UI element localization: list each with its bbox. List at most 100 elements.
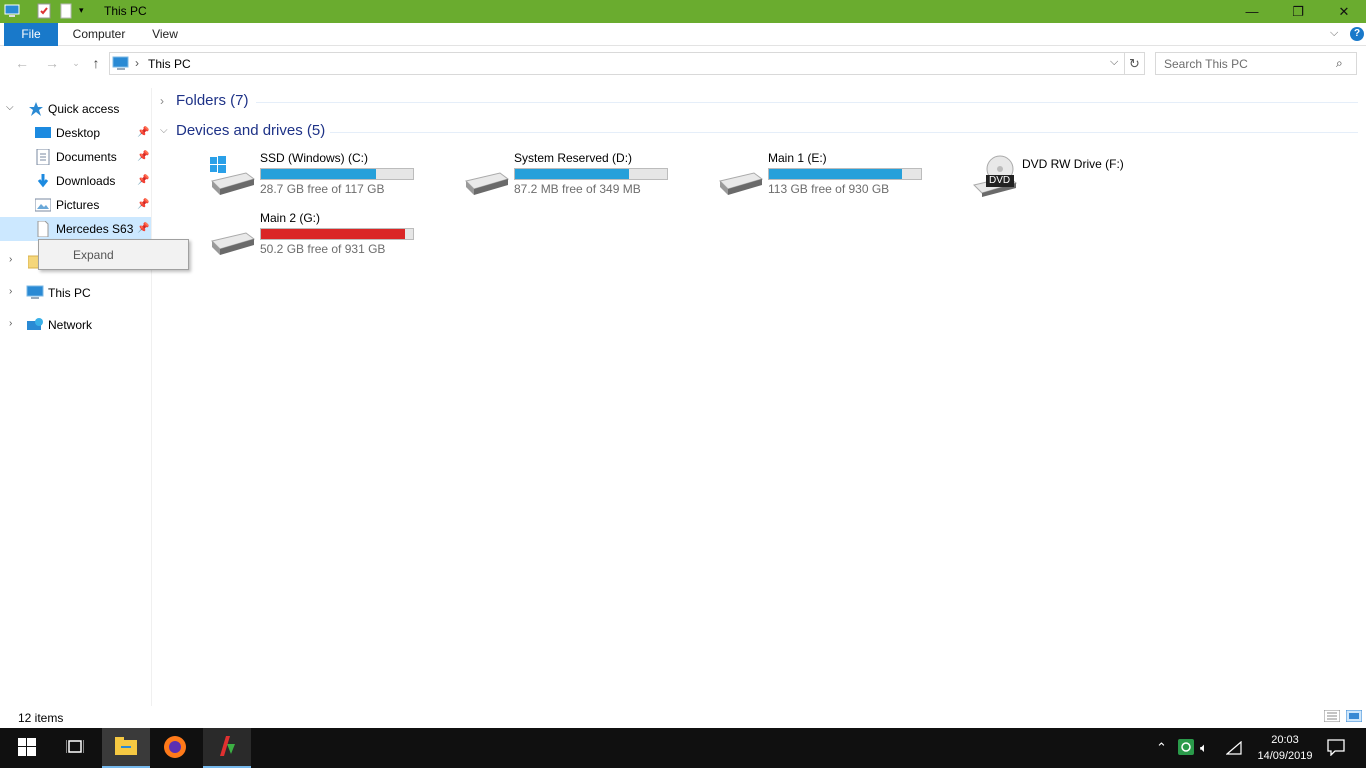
ribbon-tabs: File Computer View ⌵ ? <box>0 23 1366 46</box>
show-hidden-icons-icon[interactable]: ⌃ <box>1156 740 1167 756</box>
sidebar-item-desktop[interactable]: Desktop 📌 <box>0 121 151 145</box>
wifi-icon[interactable] <box>1225 740 1242 758</box>
drive-c[interactable]: SSD (Windows) (C:) 28.7 GB free of 117 G… <box>210 151 450 207</box>
sidebar-item-network[interactable]: › Network <box>0 313 151 337</box>
divider <box>256 102 1358 103</box>
details-view-icon[interactable] <box>1323 709 1341 725</box>
divider <box>330 132 1358 133</box>
back-icon[interactable]: ← <box>14 55 30 71</box>
recent-locations-icon[interactable]: ⌄ <box>68 55 84 71</box>
breadcrumb[interactable]: This PC <box>148 57 191 71</box>
nav-quick-access[interactable]: ⌵ Quick access <box>0 97 151 121</box>
minimize-button[interactable]: — <box>1229 0 1275 23</box>
sidebar-item-documents[interactable]: Documents 📌 <box>0 145 151 169</box>
windows-logo-icon <box>18 737 36 759</box>
pin-icon[interactable]: 📌 <box>137 151 149 162</box>
group-title: Devices and drives (5) <box>176 122 326 139</box>
group-title: Folders (7) <box>176 92 249 109</box>
nav-label: This PC <box>48 286 91 300</box>
forward-icon[interactable]: → <box>44 55 60 71</box>
action-center-icon[interactable] <box>1327 738 1345 759</box>
this-pc-icon <box>112 56 130 75</box>
nav-label: Desktop <box>56 126 101 140</box>
tray-app-icon[interactable] <box>1178 739 1194 758</box>
drive-name: DVD RW Drive (F:) <box>1022 157 1124 171</box>
drive-name: Main 1 (E:) <box>768 151 827 165</box>
pin-icon[interactable]: 📌 <box>137 175 149 186</box>
documents-icon <box>35 148 51 166</box>
pin-icon[interactable]: 📌 <box>137 223 149 234</box>
expand-ribbon-icon[interactable]: ⌵ <box>1330 27 1338 40</box>
sidebar-item-pictures[interactable]: Pictures 📌 <box>0 193 151 217</box>
clock-time: 20:03 <box>1271 734 1299 746</box>
pin-icon[interactable]: 📌 <box>137 127 149 138</box>
this-pc-icon[interactable] <box>4 3 20 22</box>
restore-button[interactable]: ❐ <box>1275 0 1321 23</box>
network-icon <box>26 317 43 333</box>
collapse-chevron-icon[interactable]: ⌵ <box>160 125 168 136</box>
drive-e[interactable]: Main 1 (E:) 113 GB free of 930 GB <box>718 151 958 207</box>
group-header-devices[interactable]: ⌵ Devices and drives (5) <box>160 122 1360 142</box>
taskbar-app[interactable] <box>203 728 251 768</box>
drive-usage-bar <box>768 168 922 180</box>
taskbar-firefox[interactable] <box>151 728 199 768</box>
tab-computer[interactable]: Computer <box>66 23 132 46</box>
volume-icon[interactable]: 🔈︎ <box>1200 740 1208 756</box>
refresh-button[interactable]: ↻ <box>1125 52 1145 75</box>
hard-drive-icon <box>210 215 258 255</box>
menu-item-expand[interactable]: Expand <box>73 248 114 262</box>
drive-free-space: 87.2 MB free of 349 MB <box>514 182 641 196</box>
collapse-chevron-icon[interactable]: ⌵ <box>6 102 14 113</box>
item-count: 12 items <box>18 711 64 725</box>
close-button[interactable]: ✕ <box>1321 0 1366 23</box>
nav-label: Pictures <box>56 198 100 212</box>
hard-drive-icon <box>464 155 512 195</box>
nav-label: Network <box>48 318 93 332</box>
pin-icon[interactable]: 📌 <box>137 199 149 210</box>
drive-free-space: 50.2 GB free of 931 GB <box>260 242 386 256</box>
tab-file[interactable]: File <box>4 23 58 46</box>
group-header-folders[interactable]: › Folders (7) <box>160 92 1360 112</box>
properties-icon[interactable] <box>36 3 52 22</box>
expand-chevron-icon[interactable]: › <box>160 94 164 108</box>
tab-view[interactable]: View <box>145 23 185 46</box>
drive-usage-bar <box>260 168 414 180</box>
breadcrumb-separator[interactable]: › <box>135 56 139 70</box>
status-bar: 12 items <box>0 706 1366 728</box>
drive-f-dvd[interactable]: DVD DVD RW Drive (F:) <box>972 151 1212 207</box>
customize-toolbar-icon[interactable]: ▾ <box>79 5 84 16</box>
task-view-icon <box>65 739 85 758</box>
drive-d[interactable]: System Reserved (D:) 87.2 MB free of 349… <box>464 151 704 207</box>
help-icon[interactable]: ? <box>1350 27 1364 41</box>
firefox-icon <box>163 735 187 762</box>
pictures-icon <box>34 197 52 213</box>
search-icon[interactable]: ⌕ <box>1336 56 1343 71</box>
up-icon[interactable]: ↑ <box>88 55 104 71</box>
expand-chevron-icon[interactable]: › <box>9 318 12 329</box>
address-dropdown-icon[interactable]: ⌵ <box>1110 56 1118 69</box>
drive-free-space: 113 GB free of 930 GB <box>768 182 890 196</box>
start-button[interactable] <box>3 728 51 768</box>
star-icon <box>28 101 44 117</box>
address-bar[interactable]: › This PC ⌵ <box>109 52 1125 75</box>
drive-g[interactable]: Main 2 (G:) 50.2 GB free of 931 GB <box>210 211 450 267</box>
sidebar-item-this-pc[interactable]: › This PC <box>0 281 151 305</box>
sidebar-item-mercedes[interactable]: Mercedes S63 A 📌 <box>0 217 151 241</box>
taskbar-file-explorer[interactable] <box>102 728 150 768</box>
clock[interactable]: 20:03 14/09/2019 <box>1252 732 1318 764</box>
expand-chevron-icon[interactable]: › <box>9 286 12 297</box>
nav-label: Mercedes S63 A <box>56 222 134 236</box>
large-icons-view-icon[interactable] <box>1345 709 1363 725</box>
hard-drive-icon <box>718 155 766 195</box>
sidebar-item-downloads[interactable]: Downloads 📌 <box>0 169 151 193</box>
window-title: This PC <box>104 4 147 18</box>
file-explorer-icon <box>115 736 137 758</box>
taskbar: ⌃ 🔈︎ 20:03 14/09/2019 <box>0 728 1366 768</box>
task-view-button[interactable] <box>51 728 99 768</box>
context-menu: Expand <box>38 239 189 270</box>
expand-chevron-icon[interactable]: › <box>9 254 12 265</box>
search-box[interactable]: ⌕ <box>1155 52 1357 75</box>
search-input[interactable] <box>1164 57 1334 71</box>
new-folder-icon[interactable] <box>58 3 74 22</box>
drive-usage-bar <box>514 168 668 180</box>
